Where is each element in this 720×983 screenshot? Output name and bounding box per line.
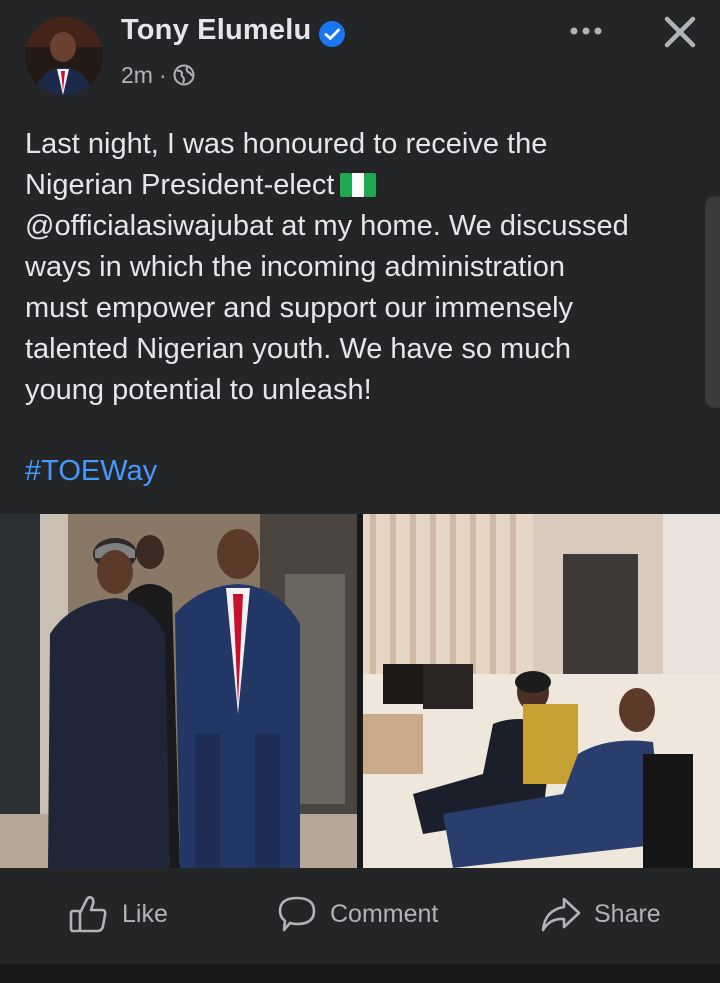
verified-badge-icon xyxy=(319,21,345,47)
share-label: Share xyxy=(594,899,661,928)
feed-divider xyxy=(0,964,720,983)
more-options-icon[interactable] xyxy=(566,16,606,46)
comment-icon xyxy=(278,896,316,932)
author-name[interactable]: Tony Elumelu xyxy=(121,14,311,47)
thumbs-up-icon xyxy=(69,895,107,933)
facebook-post: Tony Elumelu 2m · Last night, I was hono… xyxy=(0,0,720,983)
like-label: Like xyxy=(122,899,168,928)
close-icon[interactable] xyxy=(660,12,700,52)
share-arrow-icon xyxy=(541,897,581,932)
photo-grid xyxy=(0,514,720,868)
globe-icon xyxy=(173,64,195,86)
hashtag-link[interactable]: #TOEWay xyxy=(25,451,157,492)
photo-seated[interactable] xyxy=(363,514,720,868)
post-text-line: ways in which the incoming administratio… xyxy=(25,251,565,283)
comment-button[interactable]: Comment xyxy=(276,892,438,936)
avatar[interactable] xyxy=(25,17,103,95)
nigeria-flag-icon xyxy=(340,173,377,197)
post-text-line: Nigerian President-elect xyxy=(25,169,335,201)
post-text-line-with-flag: Nigerian President-elect xyxy=(25,165,705,206)
share-button[interactable]: Share xyxy=(540,892,661,936)
post-actions: Like Comment Share xyxy=(0,868,720,964)
photo-standing[interactable] xyxy=(0,514,357,868)
scrollbar-handle[interactable] xyxy=(705,196,720,408)
post-text-line: young potential to unleash! xyxy=(25,374,372,406)
post-text-line: talented Nigerian youth. We have so much xyxy=(25,333,571,365)
post-time[interactable]: 2m xyxy=(121,62,153,89)
comment-label: Comment xyxy=(330,899,439,928)
post-text-line: @officialasiwajubat at my home. We discu… xyxy=(25,210,629,242)
post-text-line: must empower and support our immensely xyxy=(25,292,574,324)
post-meta: 2m · xyxy=(121,60,195,90)
like-button[interactable]: Like xyxy=(68,892,168,936)
post-text: Last night, I was honoured to receive th… xyxy=(25,124,705,411)
meta-separator: · xyxy=(158,61,167,88)
post-header: Tony Elumelu 2m · xyxy=(0,0,720,110)
post-text-line: Last night, I was honoured to receive th… xyxy=(25,128,548,160)
